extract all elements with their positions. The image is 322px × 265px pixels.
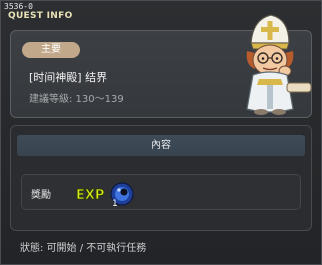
exp-reward-count: 1 [112,199,118,208]
window-title: QUEST INFO [8,11,73,21]
content-header: 內容 [17,135,305,156]
quest-level-range: 建議等級: 130～139 [29,94,124,105]
reward-row: 獎勵 EXP 1 [21,174,301,210]
npc-pope-icon [246,14,312,115]
quest-type-badge: 主要 [22,42,80,58]
exp-text: EXP [76,188,104,203]
quest-status: 狀態: 可開始 / 不可執行任務 [20,243,147,254]
quest-info-window: 3536-0 QUEST INFO 主要 [时间神殿] 结界 建議等級: 130… [0,0,322,265]
quest-content-panel: 內容 獎勵 EXP 1 [10,125,312,231]
quest-name: [时间神殿] 结界 [29,71,108,84]
exp-reward-icon[interactable]: EXP 1 [68,180,144,208]
reward-label: 獎勵 [31,190,51,201]
quest-id: 3536-0 [4,2,33,11]
